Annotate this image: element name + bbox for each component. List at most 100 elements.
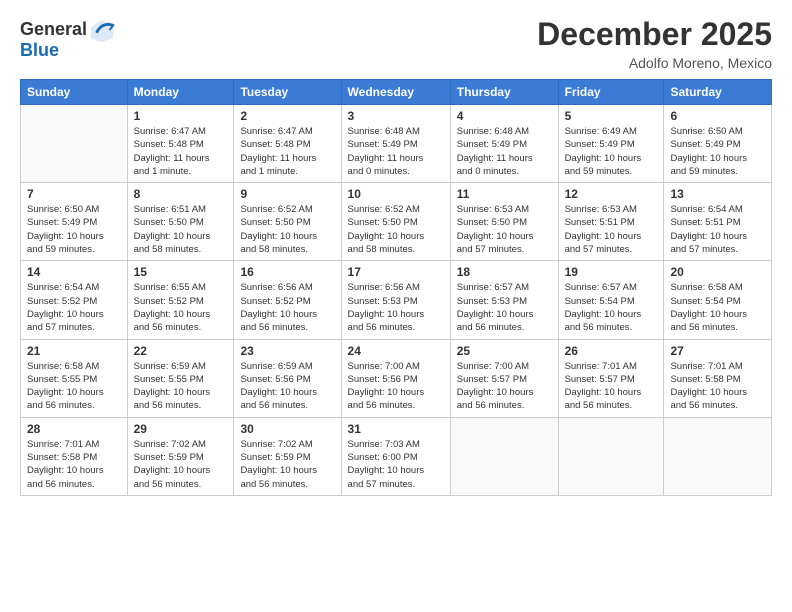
daylight-text-2: and 56 minutes. [565, 399, 658, 412]
calendar-cell: 27Sunrise: 7:01 AMSunset: 5:58 PMDayligh… [664, 339, 772, 417]
daylight-text-2: and 56 minutes. [565, 321, 658, 334]
daylight-text-2: and 56 minutes. [134, 399, 228, 412]
daylight-text: Daylight: 10 hours [348, 230, 444, 243]
sunset-text: Sunset: 5:48 PM [240, 138, 334, 151]
logo-text: General [20, 20, 87, 40]
sunset-text: Sunset: 5:49 PM [565, 138, 658, 151]
daylight-text: Daylight: 10 hours [565, 230, 658, 243]
calendar-cell: 18Sunrise: 6:57 AMSunset: 5:53 PMDayligh… [450, 261, 558, 339]
calendar-cell: 7Sunrise: 6:50 AMSunset: 5:49 PMDaylight… [21, 183, 128, 261]
sunset-text: Sunset: 5:56 PM [348, 373, 444, 386]
sunset-text: Sunset: 5:57 PM [565, 373, 658, 386]
daylight-text: Daylight: 10 hours [240, 464, 334, 477]
sunrise-text: Sunrise: 6:56 AM [348, 281, 444, 294]
calendar-cell [450, 417, 558, 495]
sunrise-text: Sunrise: 6:57 AM [565, 281, 658, 294]
day-info: Sunrise: 6:53 AMSunset: 5:51 PMDaylight:… [565, 203, 658, 256]
sunrise-text: Sunrise: 7:00 AM [457, 360, 552, 373]
sunset-text: Sunset: 5:50 PM [348, 216, 444, 229]
sunset-text: Sunset: 5:56 PM [240, 373, 334, 386]
daylight-text-2: and 1 minute. [134, 165, 228, 178]
title-block: December 2025 Adolfo Moreno, Mexico [537, 16, 772, 71]
calendar-cell: 8Sunrise: 6:51 AMSunset: 5:50 PMDaylight… [127, 183, 234, 261]
daylight-text-2: and 56 minutes. [134, 321, 228, 334]
day-number: 17 [348, 265, 444, 279]
sunrise-text: Sunrise: 7:02 AM [240, 438, 334, 451]
sunrise-text: Sunrise: 6:48 AM [348, 125, 444, 138]
day-info: Sunrise: 7:01 AMSunset: 5:58 PMDaylight:… [27, 438, 121, 491]
sunrise-text: Sunrise: 6:49 AM [565, 125, 658, 138]
sunset-text: Sunset: 5:59 PM [134, 451, 228, 464]
calendar-cell: 22Sunrise: 6:59 AMSunset: 5:55 PMDayligh… [127, 339, 234, 417]
day-number: 4 [457, 109, 552, 123]
day-info: Sunrise: 6:55 AMSunset: 5:52 PMDaylight:… [134, 281, 228, 334]
sunrise-text: Sunrise: 6:50 AM [670, 125, 765, 138]
calendar-cell: 12Sunrise: 6:53 AMSunset: 5:51 PMDayligh… [558, 183, 664, 261]
daylight-text: Daylight: 10 hours [348, 464, 444, 477]
daylight-text: Daylight: 10 hours [27, 464, 121, 477]
day-info: Sunrise: 7:00 AMSunset: 5:57 PMDaylight:… [457, 360, 552, 413]
day-info: Sunrise: 6:51 AMSunset: 5:50 PMDaylight:… [134, 203, 228, 256]
sunset-text: Sunset: 5:53 PM [348, 295, 444, 308]
day-info: Sunrise: 6:49 AMSunset: 5:49 PMDaylight:… [565, 125, 658, 178]
day-number: 27 [670, 344, 765, 358]
sunrise-text: Sunrise: 6:53 AM [457, 203, 552, 216]
sunrise-text: Sunrise: 6:58 AM [27, 360, 121, 373]
header-friday: Friday [558, 80, 664, 105]
calendar-cell: 5Sunrise: 6:49 AMSunset: 5:49 PMDaylight… [558, 105, 664, 183]
header-tuesday: Tuesday [234, 80, 341, 105]
daylight-text-2: and 56 minutes. [348, 321, 444, 334]
header-wednesday: Wednesday [341, 80, 450, 105]
calendar-page: General Blue December 2025 Adolfo Moreno… [0, 0, 792, 612]
calendar-cell: 21Sunrise: 6:58 AMSunset: 5:55 PMDayligh… [21, 339, 128, 417]
day-number: 23 [240, 344, 334, 358]
daylight-text-2: and 58 minutes. [240, 243, 334, 256]
daylight-text: Daylight: 10 hours [670, 308, 765, 321]
sunset-text: Sunset: 5:49 PM [670, 138, 765, 151]
day-number: 31 [348, 422, 444, 436]
sunset-text: Sunset: 5:52 PM [27, 295, 121, 308]
day-number: 29 [134, 422, 228, 436]
sunrise-text: Sunrise: 6:59 AM [134, 360, 228, 373]
day-info: Sunrise: 7:03 AMSunset: 6:00 PMDaylight:… [348, 438, 444, 491]
sunrise-text: Sunrise: 6:54 AM [27, 281, 121, 294]
location-title: Adolfo Moreno, Mexico [537, 55, 772, 71]
sunrise-text: Sunrise: 6:48 AM [457, 125, 552, 138]
daylight-text-2: and 59 minutes. [565, 165, 658, 178]
daylight-text-2: and 57 minutes. [670, 243, 765, 256]
daylight-text: Daylight: 10 hours [565, 308, 658, 321]
daylight-text: Daylight: 10 hours [134, 308, 228, 321]
daylight-text: Daylight: 10 hours [240, 386, 334, 399]
daylight-text-2: and 59 minutes. [27, 243, 121, 256]
sunrise-text: Sunrise: 7:00 AM [348, 360, 444, 373]
daylight-text: Daylight: 10 hours [27, 386, 121, 399]
sunset-text: Sunset: 5:48 PM [134, 138, 228, 151]
sunrise-text: Sunrise: 6:58 AM [670, 281, 765, 294]
day-info: Sunrise: 6:57 AMSunset: 5:54 PMDaylight:… [565, 281, 658, 334]
day-info: Sunrise: 6:54 AMSunset: 5:52 PMDaylight:… [27, 281, 121, 334]
week-row-3: 21Sunrise: 6:58 AMSunset: 5:55 PMDayligh… [21, 339, 772, 417]
day-info: Sunrise: 6:57 AMSunset: 5:53 PMDaylight:… [457, 281, 552, 334]
header-monday: Monday [127, 80, 234, 105]
day-info: Sunrise: 6:47 AMSunset: 5:48 PMDaylight:… [240, 125, 334, 178]
calendar-cell: 6Sunrise: 6:50 AMSunset: 5:49 PMDaylight… [664, 105, 772, 183]
day-number: 30 [240, 422, 334, 436]
sunrise-text: Sunrise: 6:47 AM [134, 125, 228, 138]
day-number: 24 [348, 344, 444, 358]
daylight-text-2: and 56 minutes. [348, 399, 444, 412]
day-info: Sunrise: 6:48 AMSunset: 5:49 PMDaylight:… [457, 125, 552, 178]
daylight-text: Daylight: 10 hours [670, 152, 765, 165]
calendar-cell: 30Sunrise: 7:02 AMSunset: 5:59 PMDayligh… [234, 417, 341, 495]
calendar-cell [558, 417, 664, 495]
day-info: Sunrise: 6:53 AMSunset: 5:50 PMDaylight:… [457, 203, 552, 256]
daylight-text-2: and 56 minutes. [240, 321, 334, 334]
day-info: Sunrise: 6:56 AMSunset: 5:52 PMDaylight:… [240, 281, 334, 334]
sunset-text: Sunset: 5:49 PM [457, 138, 552, 151]
sunrise-text: Sunrise: 6:54 AM [670, 203, 765, 216]
day-number: 16 [240, 265, 334, 279]
calendar-cell [664, 417, 772, 495]
logo: General Blue [20, 16, 117, 61]
day-number: 11 [457, 187, 552, 201]
calendar-cell: 23Sunrise: 6:59 AMSunset: 5:56 PMDayligh… [234, 339, 341, 417]
calendar-cell: 28Sunrise: 7:01 AMSunset: 5:58 PMDayligh… [21, 417, 128, 495]
